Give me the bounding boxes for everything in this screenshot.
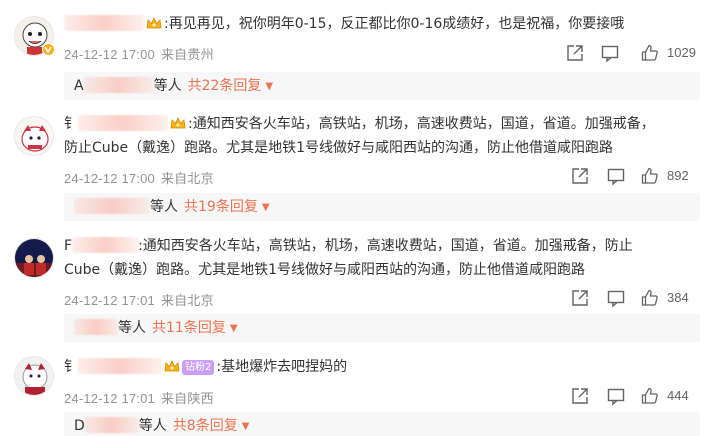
comment-icon[interactable] xyxy=(606,166,626,186)
comment-body: 钅 钻粉2:基地爆炸去吧捏妈的 xyxy=(64,355,700,379)
like-count: 892 xyxy=(667,168,689,183)
avatar[interactable] xyxy=(14,116,54,156)
thumbs-up-icon[interactable] xyxy=(640,166,660,186)
reply-user-blurred[interactable] xyxy=(83,77,154,93)
comment-meta: 24-12-12 17:00 来自北京 xyxy=(64,168,214,187)
comment-body: 钅 :通知西安各火车站，高铁站，机场，高速收费站，国道，省道。加强戒备， 防止Cu… xyxy=(64,112,700,160)
nickname-blurred[interactable] xyxy=(72,237,139,253)
avatar[interactable] xyxy=(14,238,54,278)
reply-who: 等人 xyxy=(150,199,178,215)
like-count: 384 xyxy=(667,290,689,305)
more-replies-link[interactable]: 共22条回复 xyxy=(188,78,262,94)
reply-summary[interactable]: 等人 共11条回复 ▼ xyxy=(64,314,700,342)
reply-user-blurred[interactable] xyxy=(74,198,150,214)
reply-who: 等人 xyxy=(153,78,182,94)
comment-source: 来自北京 xyxy=(160,293,214,308)
comment-actions: 1029 xyxy=(560,43,700,63)
caret-down-icon[interactable]: ▼ xyxy=(242,421,250,432)
share-icon[interactable] xyxy=(570,288,590,308)
comment-meta: 24-12-12 17:01 来自陕西 xyxy=(64,388,214,407)
comment-actions: 444 xyxy=(560,386,700,406)
comment-meta: 24-12-12 17:00 来自贵州 xyxy=(64,44,214,63)
comment-meta: 24-12-12 17:01 来自北京 xyxy=(64,290,214,309)
caret-down-icon[interactable]: ▼ xyxy=(262,202,270,213)
rank-badge: 钻粉2 xyxy=(182,360,215,375)
share-icon[interactable] xyxy=(565,43,585,63)
vip-badge-icon xyxy=(42,43,55,56)
reply-summary[interactable]: 等人 共19条回复 ▼ xyxy=(64,193,700,221)
more-replies-link[interactable]: 共8条回复 xyxy=(173,418,238,434)
nickname-blurred[interactable] xyxy=(64,15,144,31)
comment-text: :基地爆炸去吧捏妈的 xyxy=(216,359,348,375)
comment-body: F :通知西安各火车站，高铁站，机场，高速收费站，国道，省道。加强戒备，防止 Cu… xyxy=(64,234,700,282)
crown-icon xyxy=(146,16,162,30)
caret-down-icon[interactable]: ▼ xyxy=(265,81,273,92)
reply-user-lead: A xyxy=(74,78,84,94)
crown-icon xyxy=(170,116,186,130)
comment-item: :再见再见，祝你明年0-15，反正都比你0-16成绩好，也是祝福，你要接哦 24… xyxy=(0,0,710,110)
comment-source: 来自陕西 xyxy=(160,391,214,406)
caret-down-icon[interactable]: ▼ xyxy=(230,323,238,334)
comment-icon[interactable] xyxy=(600,43,620,63)
reply-user-blurred[interactable] xyxy=(74,319,118,335)
comment-source: 来自北京 xyxy=(160,171,214,186)
avatar-image xyxy=(15,357,53,395)
thumbs-up-icon[interactable] xyxy=(640,288,660,308)
crown-icon xyxy=(164,359,180,373)
comment-icon[interactable] xyxy=(606,386,626,406)
like-count: 1029 xyxy=(667,45,696,60)
comment-source: 来自贵州 xyxy=(160,47,214,62)
comment-actions: 384 xyxy=(560,288,700,308)
reply-who: 等人 xyxy=(118,320,146,336)
like-count: 444 xyxy=(667,388,689,403)
more-replies-link[interactable]: 共19条回复 xyxy=(184,199,258,215)
thumbs-up-icon[interactable] xyxy=(640,386,660,406)
comment-text: :通知西安各火车站，高铁站，机场，高速收费站，国道，省道。加强戒备， xyxy=(188,116,655,132)
nickname[interactable]: F xyxy=(64,238,72,254)
comment-text: :通知西安各火车站，高铁站，机场，高速收费站，国道，省道。加强戒备，防止 xyxy=(138,238,633,254)
comment-item: 钅 钻粉2:基地爆炸去吧捏妈的 24-12-12 17:01 来自陕西 444 D 等… xyxy=(0,350,710,436)
avatar[interactable] xyxy=(14,356,54,396)
comment-icon[interactable] xyxy=(606,288,626,308)
comment-date: 24-12-12 17:01 xyxy=(64,391,155,406)
comment-actions: 892 xyxy=(560,166,700,186)
comment-text-line2: 防止Cube（戴逸）跑路。尤其是地铁1号线做好与咸阳西站的沟通，防止他借道咸阳跑… xyxy=(64,140,614,156)
comment-body: :再见再见，祝你明年0-15，反正都比你0-16成绩好，也是祝福，你要接哦 xyxy=(64,12,700,36)
reply-summary[interactable]: A 等人 共22条回复 ▼ xyxy=(64,72,700,100)
comment-date: 24-12-12 17:01 xyxy=(64,293,155,308)
reply-who: 等人 xyxy=(138,418,167,434)
nickname[interactable]: 钅 xyxy=(64,116,78,132)
nickname[interactable]: 钅 xyxy=(64,359,78,375)
avatar-image xyxy=(15,239,53,277)
reply-user-lead: D xyxy=(74,418,85,434)
thumbs-up-icon[interactable] xyxy=(640,43,660,63)
comment-text-line2: Cube（戴逸）跑路。尤其是地铁1号线做好与咸阳西站的沟通，防止他借道咸阳跑路 xyxy=(64,262,586,278)
comment-date: 24-12-12 17:00 xyxy=(64,47,155,62)
reply-user-blurred[interactable] xyxy=(84,417,139,433)
comment-text: :再见再见，祝你明年0-15，反正都比你0-16成绩好，也是祝福，你要接哦 xyxy=(164,16,625,32)
comment-item: F :通知西安各火车站，高铁站，机场，高速收费站，国道，省道。加强戒备，防止 Cu… xyxy=(0,230,710,350)
reply-summary[interactable]: D 等人 共8条回复 ▼ xyxy=(64,412,700,436)
share-icon[interactable] xyxy=(570,166,590,186)
avatar-image xyxy=(15,117,53,155)
nickname-blurred[interactable] xyxy=(78,358,162,374)
comment-item: 钅 :通知西安各火车站，高铁站，机场，高速收费站，国道，省道。加强戒备， 防止Cu… xyxy=(0,110,710,230)
share-icon[interactable] xyxy=(570,386,590,406)
nickname-blurred[interactable] xyxy=(78,115,168,131)
more-replies-link[interactable]: 共11条回复 xyxy=(152,320,226,336)
comment-date: 24-12-12 17:00 xyxy=(64,171,155,186)
